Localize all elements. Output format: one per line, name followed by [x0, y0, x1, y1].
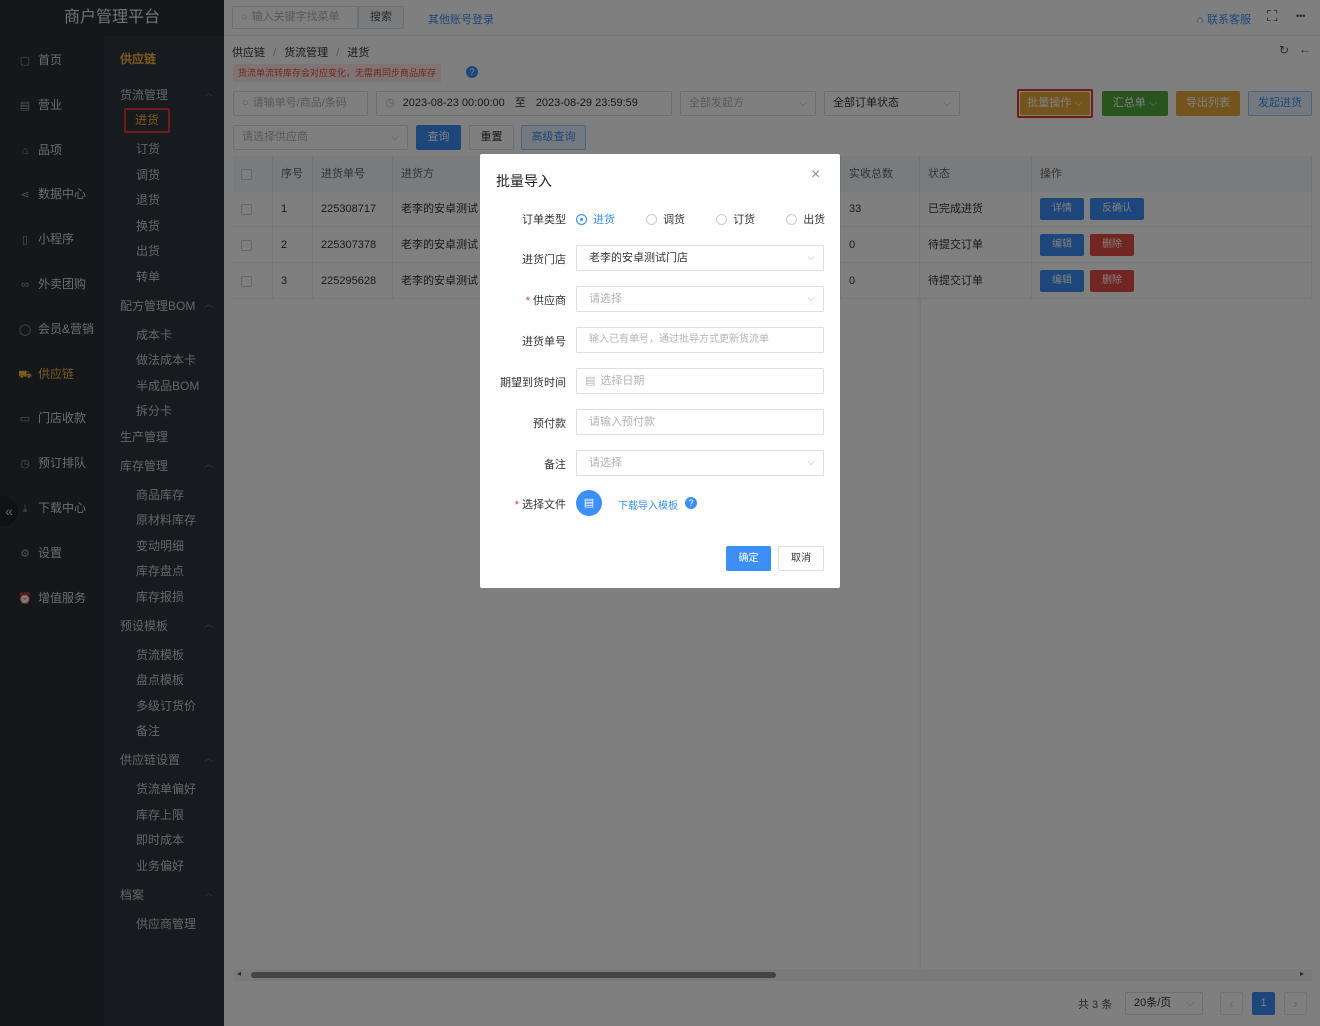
download-template-link[interactable]: 下载导入模板 — [618, 497, 678, 512]
batch-import-dialog: 批量导入 × 订单类型 进货 调货 订货 出货 进货门店 老李的安卓测试门店 ⌵ … — [480, 154, 840, 588]
confirm-button[interactable]: 确定 — [726, 546, 771, 571]
order-no-input[interactable]: 输入已有单号，通过批导方式更新货流单 — [576, 327, 824, 353]
order-no-label: 进货单号 — [522, 336, 566, 348]
dialog-title: 批量导入 — [496, 173, 552, 189]
radio-purchase[interactable]: 进货 — [576, 213, 615, 226]
store-label: 进货门店 — [522, 254, 566, 266]
store-select[interactable]: 老李的安卓测试门店 ⌵ — [576, 245, 824, 271]
help-icon[interactable]: ? — [685, 497, 697, 509]
radio-unchecked-icon — [716, 213, 728, 225]
arrival-date-picker[interactable]: ▤ 选择日期 — [576, 368, 824, 394]
radio-checked-icon — [576, 213, 587, 225]
modal-supplier-select[interactable]: 请选择 ⌵ — [576, 286, 824, 312]
order-type-radio-group: 进货 调货 订货 出货 — [576, 211, 825, 227]
radio-transfer[interactable]: 调货 — [646, 213, 685, 226]
file-icon: ▤ — [583, 497, 595, 509]
supplier-label: * 供应商 — [525, 295, 566, 307]
radio-order[interactable]: 订货 — [716, 213, 755, 226]
remark-select[interactable]: 请选择 ⌵ — [576, 450, 824, 476]
close-icon[interactable]: × — [811, 166, 820, 184]
chevron-down-icon: ⌵ — [807, 457, 815, 468]
radio-outbound[interactable]: 出货 — [786, 213, 825, 226]
calendar-icon: ▤ — [585, 375, 596, 387]
chevron-down-icon: ⌵ — [807, 293, 815, 304]
date-label: 期望到货时间 — [500, 377, 566, 389]
radio-unchecked-icon — [646, 213, 658, 225]
prepay-input[interactable]: 请输入预付款 — [576, 409, 824, 435]
remark-label: 备注 — [544, 459, 566, 471]
upload-file-button[interactable]: ▤ — [576, 490, 602, 516]
prepay-label: 预付款 — [533, 418, 566, 430]
radio-unchecked-icon — [786, 213, 798, 225]
chevron-down-icon: ⌵ — [807, 252, 815, 263]
order-type-label: 订单类型 — [522, 214, 566, 226]
cancel-button[interactable]: 取消 — [778, 546, 824, 571]
file-label: * 选择文件 — [514, 499, 566, 511]
